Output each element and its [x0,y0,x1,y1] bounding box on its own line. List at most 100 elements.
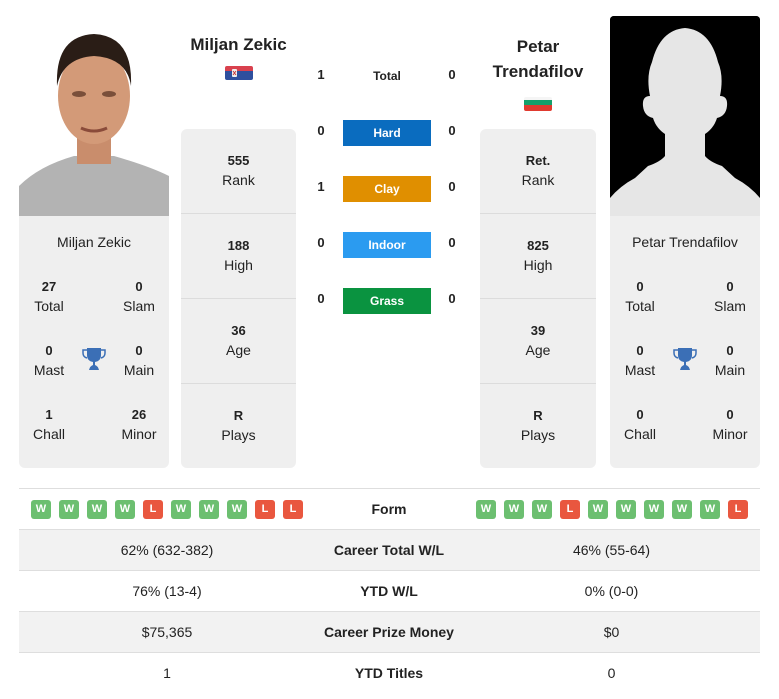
form-badge-win[interactable]: W [616,500,636,519]
player-card-right: Petar Trendafilov 0 Total 0 Slam 0 Mast … [610,216,760,468]
titles-mast: 0 Mast [19,342,79,380]
plays-label: Plays [221,427,256,443]
h2h-hard-left: 0 [317,123,325,138]
form-badge-win[interactable]: W [227,500,247,519]
plays-value: R [533,408,543,423]
player-stats-left: 555 Rank 188 High 36 Age R Plays [181,129,296,468]
h2h-hard-right: 0 [448,123,456,138]
table-row: 1 YTD Titles 0 [19,652,760,693]
titles-chall-value: 1 [45,407,53,422]
h2h-clay-right: 0 [448,179,456,194]
h2h-indoor-right: 0 [448,235,456,250]
form-right: WWWLWWWWWL [476,500,748,519]
titles-minor: 26 Minor [109,406,169,444]
form-badge-loss[interactable]: L [143,500,163,519]
high-label: High [523,257,553,273]
form-badge-loss[interactable]: L [283,500,303,519]
form-badge-loss[interactable]: L [560,500,580,519]
form-badge-win[interactable]: W [700,500,720,519]
row-label: Career Total W/L [333,542,445,558]
high-stat: 188 High [181,214,296,299]
plays-value: R [233,408,244,423]
form-badge-win[interactable]: W [644,500,664,519]
form-badge-win[interactable]: W [87,500,107,519]
form-badge-loss[interactable]: L [728,500,748,519]
form-badge-win[interactable]: W [171,500,191,519]
age-stat: 39 Age [480,299,596,384]
h2h-total-label: Total [373,69,401,83]
form-badge-win[interactable]: W [588,500,608,519]
age-stat: 36 Age [181,299,296,384]
surface-grass-button[interactable]: Grass [343,288,431,314]
form-label: Form [371,501,407,517]
form-badge-win[interactable]: W [504,500,524,519]
player-photo-right [610,16,760,216]
form-left: WWWWLWWWLL [31,500,303,519]
titles-main-value: 0 [135,343,143,358]
row-right-value: 0 [607,665,616,681]
titles-slam-value: 0 [726,279,734,294]
titles-mast: 0 Mast [610,342,670,380]
plays-stat: R Plays [480,384,596,469]
titles-total: 0 Total [610,278,670,316]
plays-stat: R Plays [181,384,296,469]
form-badge-win[interactable]: W [532,500,552,519]
rank-value: Ret. [525,153,551,168]
h2h-grass-left: 0 [317,291,325,306]
titles-mast-value: 0 [45,343,53,358]
row-right-value: $0 [603,624,620,640]
surface-clay-button[interactable]: Clay [343,176,431,202]
row-left-value: 76% (13-4) [132,583,202,599]
form-badge-win[interactable]: W [199,500,219,519]
silhouette-placeholder-icon [610,16,760,216]
surface-indoor-button[interactable]: Indoor [343,232,431,258]
player-name-last: Trendafilov [492,62,584,81]
player-card-left: Miljan Zekic 27 Total 0 Slam 0 Mast 0 Ma… [19,216,169,468]
row-left-value: 1 [163,665,171,681]
titles-chall: 1 Chall [19,406,79,444]
form-badge-loss[interactable]: L [255,500,275,519]
titles-main-label: Main [714,362,746,378]
h2h-grass-right: 0 [448,291,456,306]
form-badge-win[interactable]: W [476,500,496,519]
high-stat: 825 High [480,214,596,299]
form-badge-win[interactable]: W [115,500,135,519]
rank-label: Rank [521,172,555,188]
player-name-left[interactable]: Miljan Zekic [181,34,296,56]
table-row-form: WWWWLWWWLL Form WWWLWWWWWL [19,488,760,529]
player-name-right[interactable]: Petar Trendafilov [480,34,596,84]
form-badge-win[interactable]: W [59,500,79,519]
rank-value: 555 [227,153,250,168]
player-stats-right: Ret. Rank 825 High 39 Age R Plays [480,129,596,468]
comparison-table: WWWWLWWWLL Form WWWLWWWWWL 62% (632-382)… [19,488,760,693]
titles-chall-value: 0 [636,407,644,422]
form-badge-win[interactable]: W [31,500,51,519]
bulgaria-flag-icon [524,97,552,111]
titles-total-value: 27 [41,279,57,294]
player-photo-image [19,16,169,216]
titles-chall: 0 Chall [610,406,670,444]
age-value: 36 [231,323,246,338]
surface-hard-button[interactable]: Hard [343,120,431,146]
titles-main-value: 0 [726,343,734,358]
trophy-icon [82,348,106,370]
age-label: Age [226,342,251,358]
titles-slam: 0 Slam [109,278,169,316]
titles-minor-label: Minor [121,426,157,442]
form-badge-win[interactable]: W [672,500,692,519]
titles-minor-value: 0 [726,407,734,422]
h2h-clay-left: 1 [317,179,325,194]
rank-label: Rank [222,172,255,188]
titles-main: 0 Main [700,342,760,380]
titles-slam-label: Slam [123,298,155,314]
table-row: 62% (632-382) Career Total W/L 46% (55-6… [19,529,760,570]
row-left-value: 62% (632-382) [120,542,214,558]
titles-main-label: Main [123,362,155,378]
titles-mast-value: 0 [636,343,644,358]
player-name-first: Petar [516,37,560,56]
titles-total-value: 0 [636,279,644,294]
player-card-name: Miljan Zekic [57,234,131,250]
row-right-value: 0% (0-0) [584,583,639,599]
titles-mast-label: Mast [33,362,65,378]
age-value: 39 [530,323,546,338]
